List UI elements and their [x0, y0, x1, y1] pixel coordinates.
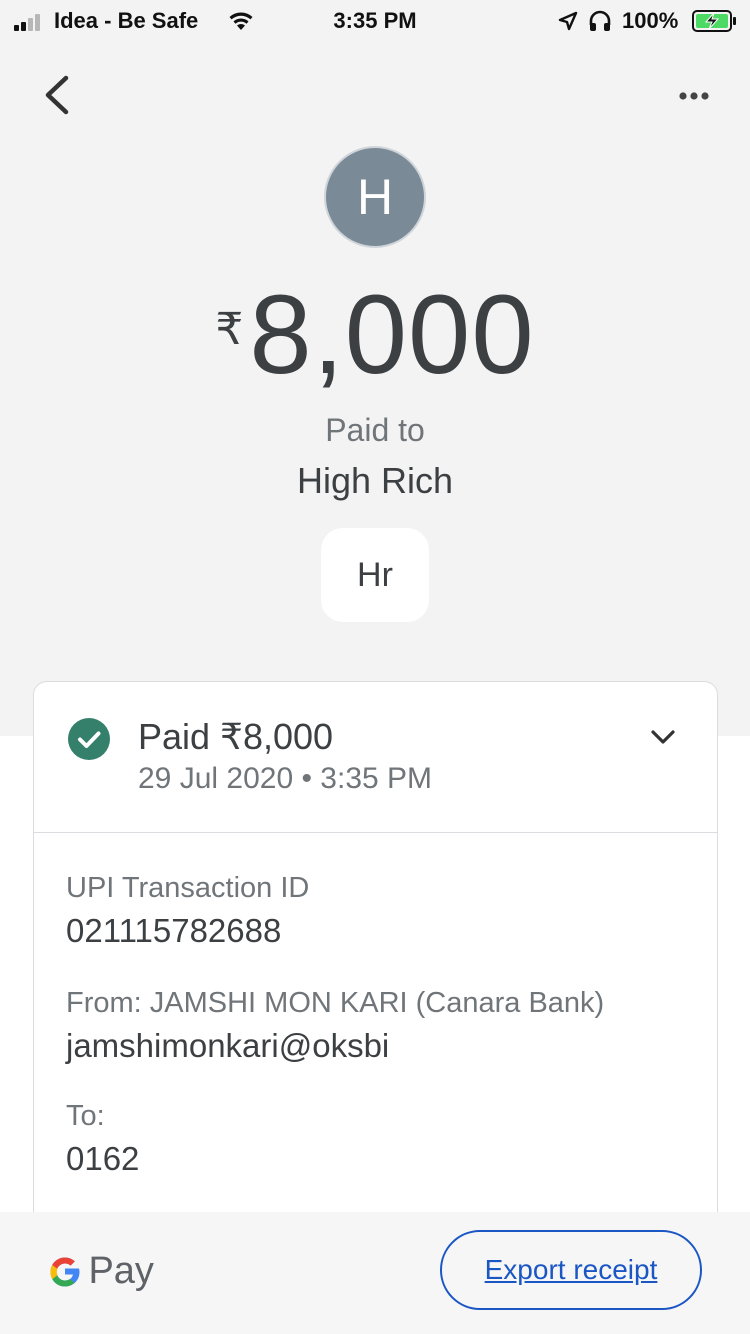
upi-id-label: UPI Transaction ID [66, 872, 310, 904]
headphones-icon [589, 10, 611, 31]
battery-charging-icon [692, 10, 736, 32]
to-label: To: [66, 1100, 105, 1132]
status-bar: Idea - Be Safe 3:35 PM 100% [0, 0, 750, 42]
from-value: jamshimonkari@oksbi [66, 1027, 390, 1064]
paid-to-label: Paid to [325, 412, 425, 448]
brand-name: Pay [88, 1250, 154, 1292]
payee-name: High Rich [296, 460, 454, 501]
payment-amount: ₹8,000 [0, 270, 750, 399]
paid-status: Paid ₹8,000 [138, 716, 334, 757]
transaction-status-header[interactable]: Paid ₹8,000 29 Jul 2020 • 3:35 PM [34, 682, 717, 833]
transaction-card: Paid ₹8,000 29 Jul 2020 • 3:35 PM UPI Tr… [33, 681, 718, 1301]
back-arrow-icon [45, 75, 69, 115]
to-value: 0162 [66, 1140, 140, 1177]
export-receipt-button[interactable]: Export receipt [440, 1230, 702, 1310]
chevron-down-icon[interactable] [648, 722, 678, 752]
from-label: From: JAMSHI MON KARI (Canara Bank) [66, 987, 605, 1019]
back-button[interactable] [36, 72, 82, 118]
google-g-icon [50, 1257, 80, 1286]
payee-initials-chip: Hr [321, 528, 429, 622]
more-options-button[interactable] [668, 80, 720, 112]
location-arrow-icon [558, 11, 578, 31]
upi-id-value: 021115782688 [66, 912, 282, 949]
payee-avatar: H [324, 146, 426, 248]
google-pay-logo: Pay [46, 1250, 154, 1293]
currency-symbol: ₹ [215, 305, 244, 354]
amount-value: 8,000 [249, 272, 535, 397]
transaction-datetime: 29 Jul 2020 • 3:35 PM [138, 762, 433, 795]
bottom-bar: Pay Export receipt [0, 1212, 750, 1334]
check-circle-icon [68, 718, 110, 760]
battery-percentage: 100% [622, 8, 679, 33]
more-dots-icon [679, 92, 709, 100]
